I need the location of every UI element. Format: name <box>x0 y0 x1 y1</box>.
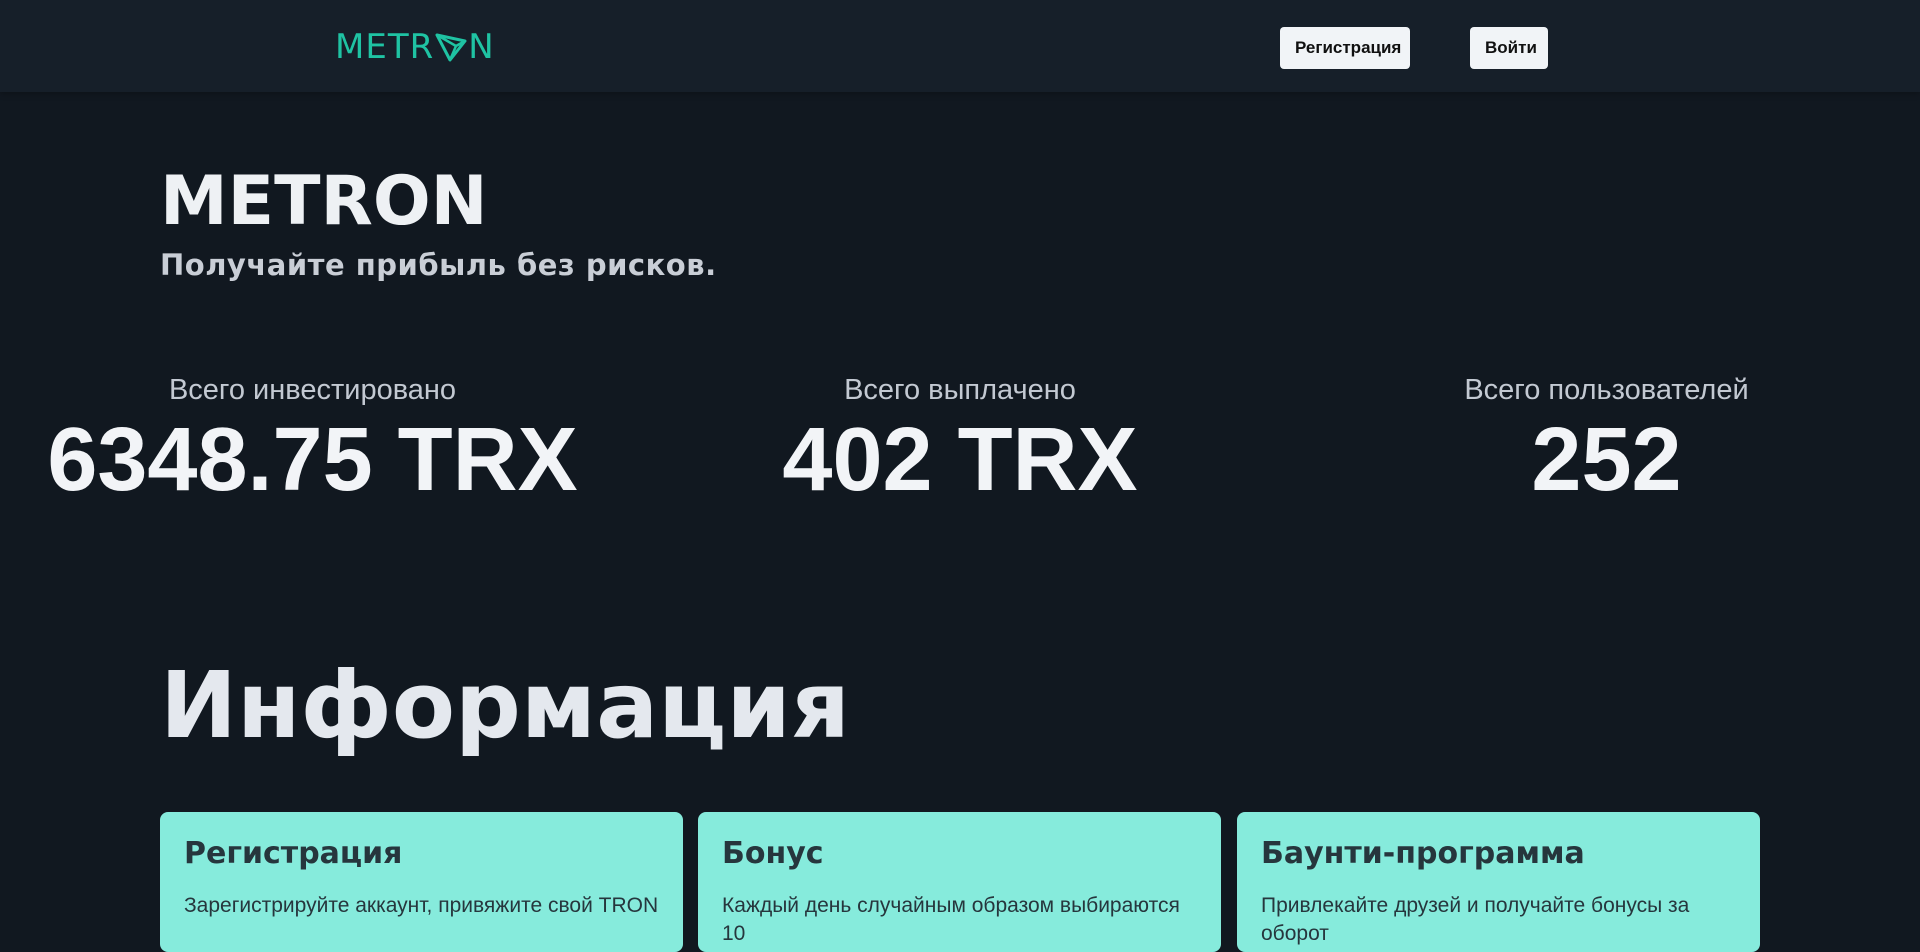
info-section-title: Информация <box>160 652 850 759</box>
stat-label: Всего пользователей <box>1464 374 1749 406</box>
stat-value: 252 <box>1531 410 1682 510</box>
logo-text-prefix: METR <box>335 27 435 67</box>
hero-title: METRON <box>160 162 488 241</box>
stat-label: Всего выплачено <box>844 374 1076 406</box>
navbar: METR N Регистрация Войти <box>0 0 1920 92</box>
stat-value: 402 TRX <box>782 410 1138 510</box>
register-button[interactable]: Регистрация <box>1280 27 1410 69</box>
stat-total-invested: Всего инвестировано 6348.75 TRX <box>30 372 595 508</box>
hero-subtitle: Получайте прибыль без рисков. <box>160 248 717 282</box>
info-card-registration: Регистрация Зарегистрируйте аккаунт, при… <box>160 812 683 952</box>
card-text: Каждый день случайным образом выбираются… <box>722 894 1180 945</box>
card-text: Привлекайте друзей и получайте бонусы за… <box>1261 894 1690 945</box>
login-button[interactable]: Войти <box>1470 27 1548 69</box>
card-text: Зарегистрируйте аккаунт, привяжите свой … <box>184 894 659 917</box>
info-card-bounty: Баунти-программа Привлекайте друзей и по… <box>1237 812 1760 952</box>
stat-value: 6348.75 TRX <box>47 410 578 510</box>
stat-label: Всего инвестировано <box>168 374 457 406</box>
logo-text-suffix: N <box>468 27 495 67</box>
info-card-bonus: Бонус Каждый день случайным образом выби… <box>698 812 1221 952</box>
card-title: Бонус <box>722 836 824 871</box>
stat-total-paid: Всего выплачено 402 TRX <box>700 372 1220 508</box>
stat-total-users: Всего пользователей 252 <box>1360 372 1853 508</box>
metron-logo[interactable]: METR N <box>335 27 495 67</box>
card-title: Баунти-программа <box>1261 836 1585 871</box>
tron-triangle-icon <box>435 33 467 62</box>
card-title: Регистрация <box>184 836 403 871</box>
